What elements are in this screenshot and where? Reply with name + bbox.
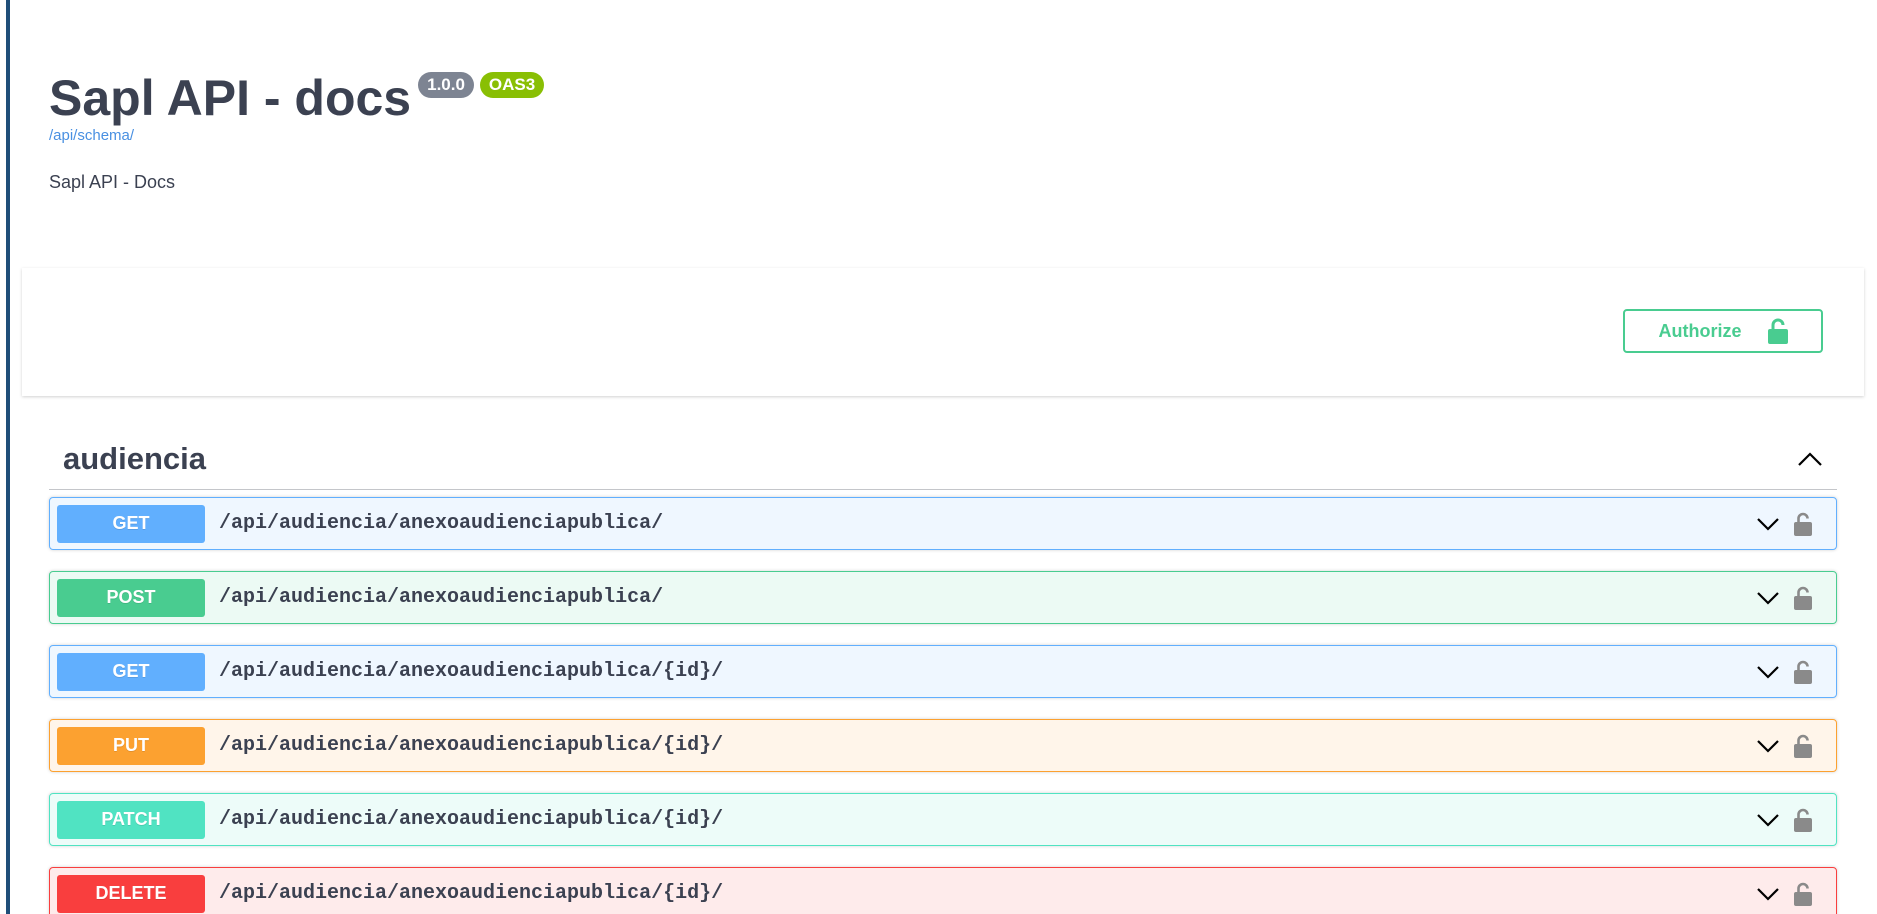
operation-icons <box>1756 498 1812 549</box>
chevron-down-icon[interactable] <box>1756 739 1780 753</box>
opblock-get[interactable]: GET/api/audiencia/anexoaudienciapublica/ <box>49 497 1837 550</box>
endpoint-path: /api/audiencia/anexoaudienciapublica/{id… <box>219 882 724 905</box>
method-badge: DELETE <box>57 874 205 913</box>
schema-link[interactable]: /api/schema/ <box>49 127 544 144</box>
api-description: Sapl API - Docs <box>49 172 176 192</box>
method-badge: PUT <box>57 726 205 765</box>
operation-icons <box>1756 720 1812 771</box>
opblock-put[interactable]: PUT/api/audiencia/anexoaudienciapublica/… <box>49 719 1837 772</box>
unlocked-padlock-icon[interactable] <box>1794 808 1812 832</box>
api-title: Sapl API - docs <box>49 70 412 126</box>
unlocked-padlock-icon[interactable] <box>1794 660 1812 684</box>
authorize-label: Authorize <box>1658 320 1742 341</box>
opblock-post[interactable]: POST/api/audiencia/anexoaudienciapublica… <box>49 571 1837 624</box>
scheme-container: Authorize <box>22 268 1864 396</box>
swagger-page: Sapl API - docs 1.0.0 OAS3 /api/schema/ … <box>0 0 1877 914</box>
authorize-button[interactable]: Authorize <box>1623 309 1823 353</box>
title-row: Sapl API - docs 1.0.0 OAS3 <box>49 70 545 126</box>
method-badge: POST <box>57 578 205 617</box>
unlocked-padlock-icon <box>1767 318 1788 344</box>
unlocked-padlock-icon[interactable] <box>1794 882 1812 906</box>
unlocked-padlock-icon[interactable] <box>1794 734 1812 758</box>
chevron-down-icon[interactable] <box>1756 887 1780 901</box>
chevron-up-icon[interactable] <box>1797 451 1823 467</box>
endpoint-path: /api/audiencia/anexoaudienciapublica/{id… <box>219 660 724 683</box>
version-badge: 1.0.0 <box>418 72 474 98</box>
chevron-down-icon[interactable] <box>1756 517 1780 531</box>
tag-name: audiencia <box>63 440 206 476</box>
oas-badge: OAS3 <box>479 72 545 98</box>
opblock-patch[interactable]: PATCH/api/audiencia/anexoaudienciapublic… <box>49 793 1837 846</box>
endpoint-path: /api/audiencia/anexoaudienciapublica/ <box>219 586 664 609</box>
opblock-delete[interactable]: DELETE/api/audiencia/anexoaudienciapubli… <box>49 867 1837 914</box>
endpoint-path: /api/audiencia/anexoaudienciapublica/{id… <box>219 808 724 831</box>
chevron-down-icon[interactable] <box>1756 813 1780 827</box>
method-badge: GET <box>57 652 205 691</box>
operation-icons <box>1756 794 1812 845</box>
operation-icons <box>1756 646 1812 697</box>
unlocked-padlock-icon[interactable] <box>1794 512 1812 536</box>
unlocked-padlock-icon[interactable] <box>1794 586 1812 610</box>
method-badge: GET <box>57 504 205 543</box>
endpoint-path: /api/audiencia/anexoaudienciapublica/{id… <box>219 734 724 757</box>
chevron-down-icon[interactable] <box>1756 591 1780 605</box>
tag-header[interactable]: audiencia <box>49 428 1837 490</box>
method-badge: PATCH <box>57 800 205 839</box>
operation-icons <box>1756 572 1812 623</box>
opblock-get[interactable]: GET/api/audiencia/anexoaudienciapublica/… <box>49 645 1837 698</box>
chevron-down-icon[interactable] <box>1756 665 1780 679</box>
operations-list: GET/api/audiencia/anexoaudienciapublica/… <box>49 497 1837 914</box>
endpoint-path: /api/audiencia/anexoaudienciapublica/ <box>219 512 664 535</box>
tag-section-audiencia: audiencia GET/api/audiencia/anexoaudienc… <box>49 428 1837 914</box>
operation-icons <box>1756 868 1812 914</box>
left-edge-border <box>6 0 10 914</box>
api-info: Sapl API - docs 1.0.0 OAS3 /api/schema/ … <box>49 70 545 193</box>
